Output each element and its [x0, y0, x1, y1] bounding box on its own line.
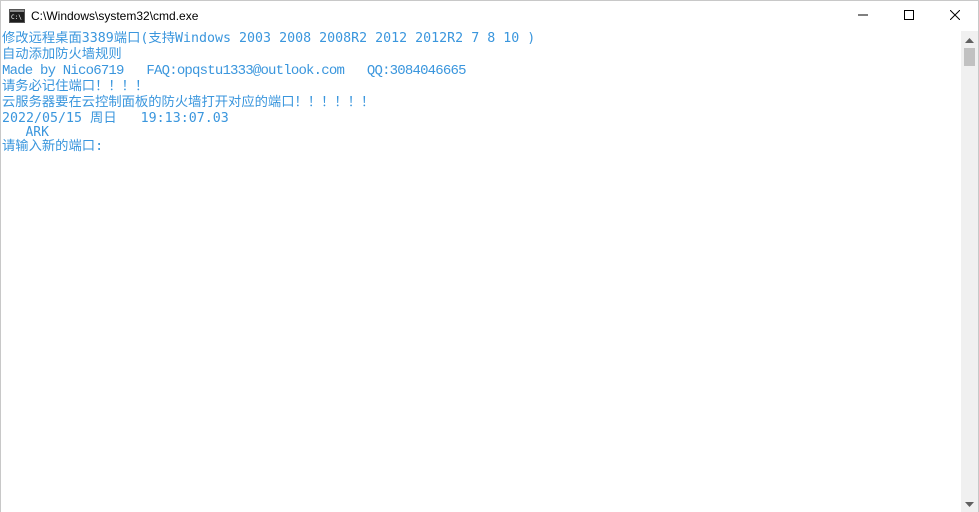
console-line: 修改远程桌面3389端口(支持Windows 2003 2008 2008R2 … — [2, 31, 536, 46]
window-title: C:\Windows\system32\cmd.exe — [31, 9, 199, 23]
maximize-icon — [904, 7, 914, 25]
close-icon — [949, 7, 961, 25]
cmd-console-icon: C:\ — [9, 8, 25, 24]
maximize-button[interactable] — [886, 1, 932, 31]
minimize-icon — [858, 7, 868, 25]
vertical-scrollbar[interactable] — [961, 31, 978, 512]
minimize-button[interactable] — [840, 1, 886, 31]
console-line: 自动添加防火墙规则 — [2, 47, 122, 62]
scroll-down-arrow-icon — [965, 495, 974, 512]
svg-text:C:\: C:\ — [11, 14, 22, 21]
console-line: 请务必记住端口！！！！ — [2, 79, 149, 94]
console-prompt-line[interactable]: 请输入新的端口: — [1, 139, 961, 155]
scroll-up-arrow-icon — [965, 31, 974, 49]
scroll-up-button[interactable] — [961, 31, 978, 48]
scrollbar-thumb[interactable] — [964, 48, 975, 66]
window-controls — [840, 1, 978, 31]
console-line: 云服务器要在云控制面板的防火墙打开对应的端口！！！！！！ — [2, 95, 375, 110]
close-button[interactable] — [932, 1, 978, 31]
cmd-window: C:\ C:\Windows\system32\cmd.exe 修改远程桌面33… — [0, 0, 979, 512]
title-bar[interactable]: C:\ C:\Windows\system32\cmd.exe — [1, 1, 978, 31]
console-line: 2022/05/15 周日 19:13:07.03 — [2, 111, 229, 126]
console-output[interactable]: 修改远程桌面3389端口(支持Windows 2003 2008 2008R2 … — [1, 31, 961, 512]
console-line: Made by Nico6719 FAQ:opqstu1333@outlook.… — [2, 63, 466, 79]
scroll-down-button[interactable] — [961, 495, 978, 512]
console-line: ARK — [2, 125, 49, 140]
